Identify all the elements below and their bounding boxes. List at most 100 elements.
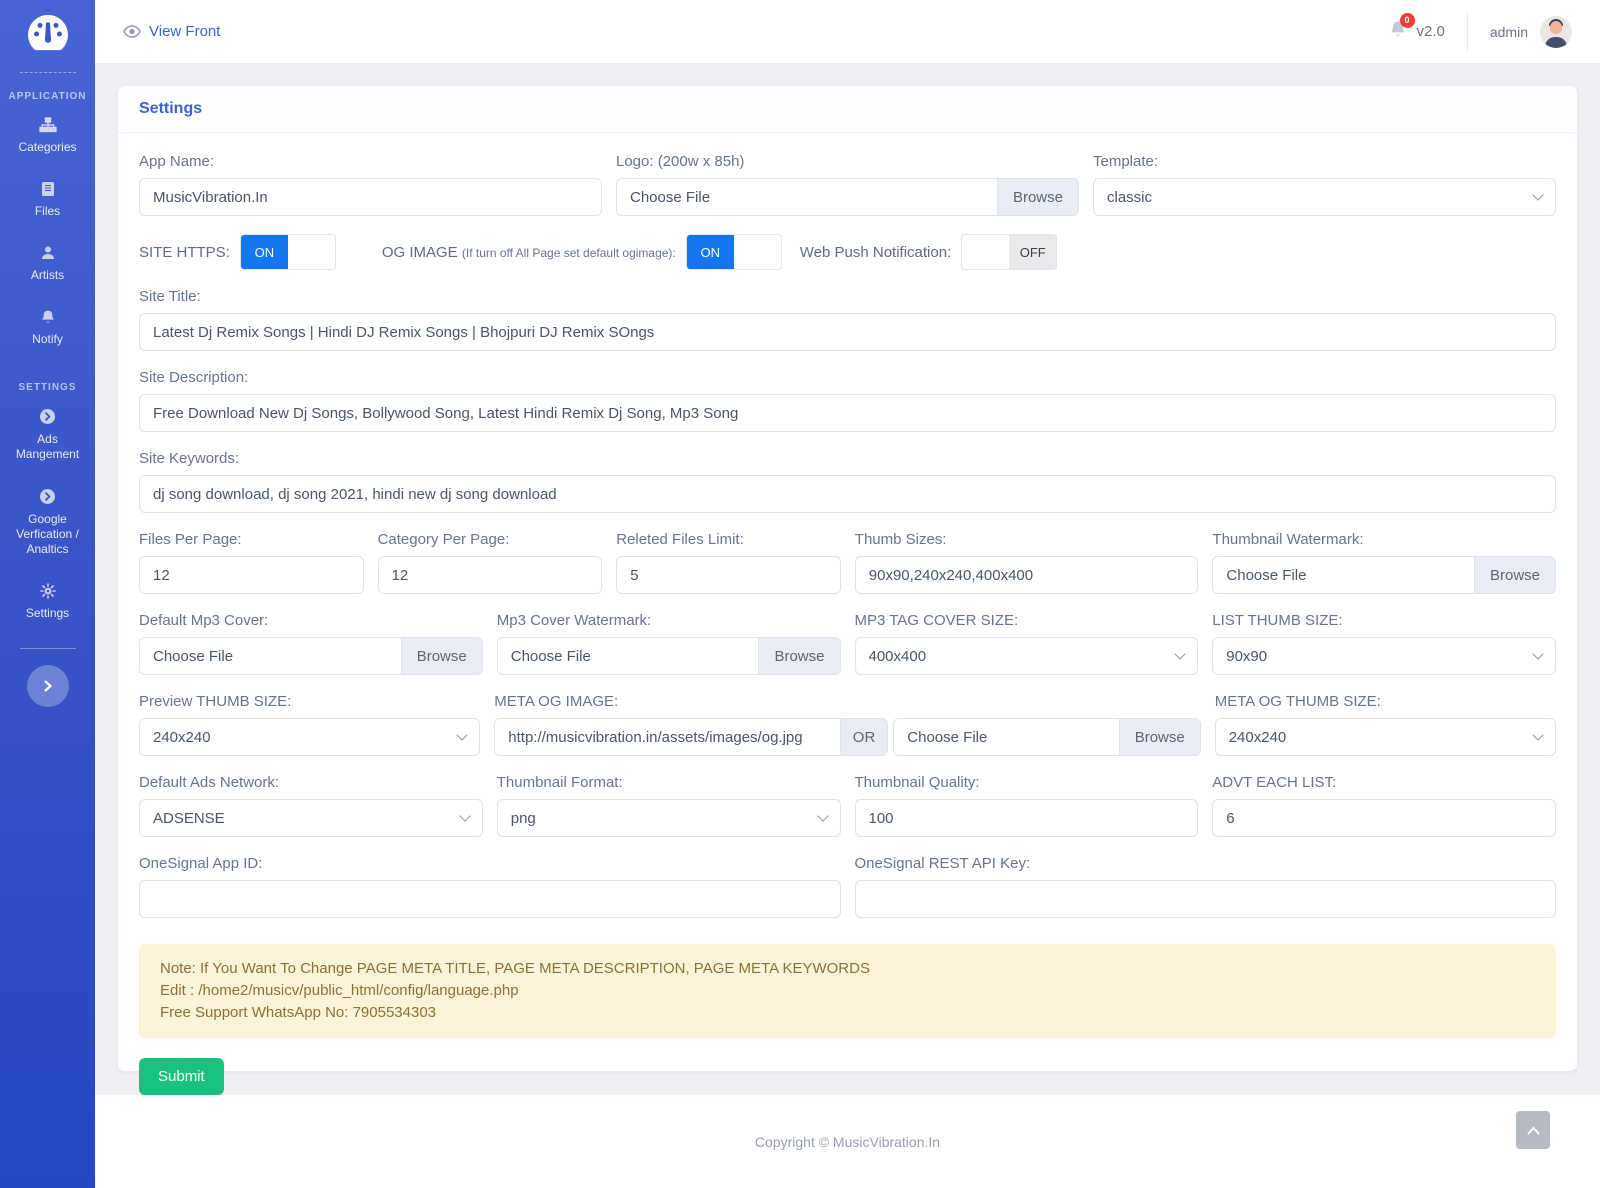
gear-icon: [40, 583, 56, 599]
sidebar-section-settings: SETTINGS: [18, 382, 76, 393]
site-description-input[interactable]: [139, 394, 1556, 432]
thumb-sizes-input[interactable]: [855, 556, 1199, 594]
logo-file-text: Choose File: [617, 179, 997, 215]
category-per-page-input[interactable]: [378, 556, 603, 594]
mp3-cover-watermark-browse-button[interactable]: Browse: [758, 638, 839, 674]
sidebar-label-categories: Categories: [9, 140, 87, 155]
og-image-off: [734, 235, 781, 269]
note-line-3: Free Support WhatsApp No: 7905534303: [160, 1002, 1535, 1024]
sitemap-icon: [39, 117, 57, 133]
eye-icon: [123, 25, 141, 38]
default-ads-network-select[interactable]: ADSENSE: [139, 799, 483, 837]
site-keywords-input[interactable]: [139, 475, 1556, 513]
note-box: Note: If You Want To Change PAGE META TI…: [139, 944, 1556, 1038]
header-divider: [1467, 12, 1468, 52]
mp3-cover-watermark-file-input[interactable]: Choose File Browse: [497, 637, 841, 675]
template-select[interactable]: classic: [1093, 178, 1556, 216]
og-image-on: ON: [687, 235, 734, 269]
sidebar-collapse-button[interactable]: [27, 665, 69, 707]
page-title: Settings: [139, 100, 202, 117]
sidebar-item-notify[interactable]: Notify: [0, 296, 95, 360]
sidebar-label-notify: Notify: [9, 332, 87, 347]
og-image-hint: (If turn off All Page set default ogimag…: [462, 246, 676, 260]
logo-browse-button[interactable]: Browse: [997, 179, 1078, 215]
top-bar: View Front 0 v2.0 admin: [95, 0, 1600, 64]
meta-og-image-label: META OG IMAGE:: [494, 693, 1200, 710]
note-line-2: Edit : /home2/musicv/public_html/config/…: [160, 980, 1535, 1002]
sidebar-item-google-verification[interactable]: Google Verfication / Analtics: [0, 475, 95, 570]
logo-file-input[interactable]: Choose File Browse: [616, 178, 1079, 216]
sidebar-divider: [20, 648, 76, 649]
thumbnail-watermark-file-input[interactable]: Choose File Browse: [1212, 556, 1556, 594]
advt-each-list-input[interactable]: [1212, 799, 1556, 837]
meta-og-image-browse-button[interactable]: Browse: [1119, 719, 1200, 755]
web-push-off: OFF: [1009, 235, 1056, 269]
default-mp3-cover-browse-button[interactable]: Browse: [401, 638, 482, 674]
meta-og-or-button[interactable]: OR: [840, 718, 889, 756]
meta-og-image-file-text: Choose File: [894, 719, 1118, 755]
user-avatar[interactable]: [1540, 16, 1572, 48]
meta-og-image-group: OR Choose File Browse: [494, 718, 1200, 756]
thumbnail-quality-label: Thumbnail Quality:: [855, 774, 1199, 791]
web-push-on: [962, 235, 1009, 269]
submit-button[interactable]: Submit: [139, 1058, 224, 1095]
template-label: Template:: [1093, 153, 1556, 170]
related-files-limit-label: Releted Files Limit:: [616, 531, 841, 548]
default-mp3-cover-file-input[interactable]: Choose File Browse: [139, 637, 483, 675]
meta-og-image-file-input[interactable]: Choose File Browse: [893, 718, 1200, 756]
arrow-circle-right-icon: [39, 408, 56, 425]
sidebar-item-settings[interactable]: Settings: [0, 570, 95, 634]
person-icon: [40, 245, 56, 261]
files-per-page-input[interactable]: [139, 556, 364, 594]
thumbnail-watermark-browse-button[interactable]: Browse: [1474, 557, 1555, 593]
note-line-1: Note: If You Want To Change PAGE META TI…: [160, 958, 1535, 980]
sidebar-label-google-verification: Google Verfication / Analtics: [9, 512, 87, 557]
sidebar-item-ads-management[interactable]: Ads Mangement: [0, 395, 95, 475]
meta-og-thumb-size-label: META OG THUMB SIZE:: [1215, 693, 1556, 710]
username-label: admin: [1490, 24, 1528, 40]
site-https-toggle[interactable]: ON: [240, 234, 336, 270]
sidebar-divider: [20, 72, 76, 73]
sidebar-label-settings: Settings: [9, 606, 87, 621]
view-front-label: View Front: [149, 23, 220, 40]
list-thumb-size-select[interactable]: 90x90: [1212, 637, 1556, 675]
onesignal-app-id-input[interactable]: [139, 880, 841, 918]
thumb-sizes-label: Thumb Sizes:: [855, 531, 1199, 548]
mp3-cover-watermark-label: Mp3 Cover Watermark:: [497, 612, 841, 629]
preview-thumb-size-select[interactable]: 240x240: [139, 718, 480, 756]
view-front-link[interactable]: View Front: [123, 23, 220, 40]
sidebar-item-categories[interactable]: Categories: [0, 104, 95, 168]
list-thumb-size-label: LIST THUMB SIZE:: [1212, 612, 1556, 629]
onesignal-rest-api-key-input[interactable]: [855, 880, 1557, 918]
topbar-right: 0 v2.0 admin: [1389, 12, 1573, 52]
app-name-input[interactable]: [139, 178, 602, 216]
og-image-toggle[interactable]: ON: [686, 234, 782, 270]
onesignal-rest-api-key-label: OneSignal REST API Key:: [855, 855, 1557, 872]
related-files-limit-input[interactable]: [616, 556, 841, 594]
site-keywords-label: Site Keywords:: [139, 450, 1556, 467]
thumbnail-format-label: Thumbnail Format:: [497, 774, 841, 791]
mp3-tag-cover-size-select[interactable]: 400x400: [855, 637, 1199, 675]
site-description-label: Site Description:: [139, 369, 1556, 386]
app-name-label: App Name:: [139, 153, 602, 170]
thumbnail-quality-input[interactable]: [855, 799, 1199, 837]
thumbnail-watermark-label: Thumbnail Watermark:: [1212, 531, 1556, 548]
site-title-input[interactable]: [139, 313, 1556, 351]
meta-og-image-url-input[interactable]: [494, 718, 840, 756]
og-image-label: OG IMAGE (If turn off All Page set defau…: [382, 244, 676, 261]
bell-icon: [40, 309, 56, 325]
web-push-toggle[interactable]: OFF: [961, 234, 1057, 270]
scroll-to-top-button[interactable]: [1516, 1111, 1550, 1149]
app-logo[interactable]: [25, 0, 71, 68]
default-mp3-cover-file-text: Choose File: [140, 638, 401, 674]
notifications-button[interactable]: 0: [1389, 20, 1407, 44]
sidebar: APPLICATION Categories Files Artists: [0, 0, 95, 1188]
onesignal-app-id-label: OneSignal App ID:: [139, 855, 841, 872]
sidebar-item-files[interactable]: Files: [0, 168, 95, 232]
settings-card: Settings App Name: Logo: (200w x 85h) Ch…: [117, 85, 1578, 1072]
thumbnail-format-select[interactable]: png: [497, 799, 841, 837]
category-per-page-label: Category Per Page:: [378, 531, 603, 548]
meta-og-thumb-size-select[interactable]: 240x240: [1215, 718, 1556, 756]
site-title-label: Site Title:: [139, 288, 1556, 305]
sidebar-item-artists[interactable]: Artists: [0, 232, 95, 296]
